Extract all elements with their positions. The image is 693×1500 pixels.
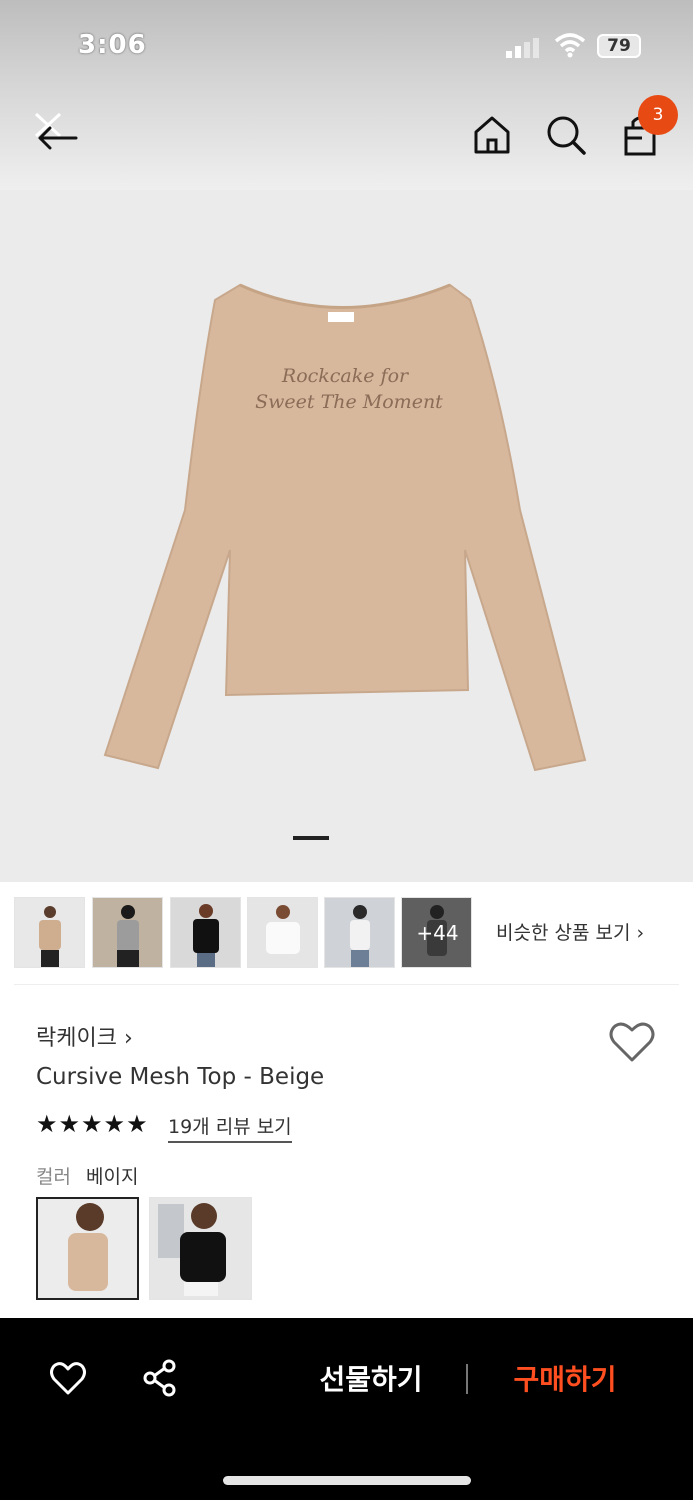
thumbnail-1[interactable] <box>14 897 85 968</box>
thumbnail-4[interactable] <box>247 897 318 968</box>
top-bar <box>0 0 693 190</box>
gift-button[interactable]: 선물하기 <box>296 1356 446 1404</box>
brand-link[interactable]: 락케이크 › <box>36 1020 133 1052</box>
color-swatch-beige[interactable] <box>36 1197 139 1300</box>
bottom-action-bar <box>0 1318 693 1500</box>
color-swatch-black[interactable] <box>149 1197 252 1300</box>
thumbnail-3[interactable] <box>170 897 241 968</box>
wifi-icon <box>554 33 586 58</box>
thumbnail-5[interactable] <box>324 897 395 968</box>
battery-icon: 79 <box>597 34 641 58</box>
share-icon[interactable] <box>140 1358 180 1398</box>
thumbnail-2[interactable] <box>92 897 163 968</box>
battery-level: 79 <box>607 36 631 56</box>
product-title: Cursive Mesh Top - Beige <box>36 1064 325 1090</box>
reviews-link[interactable]: 19개 리뷰 보기 <box>168 1112 292 1143</box>
similar-products-link[interactable]: 비슷한 상품 보기 › <box>496 918 644 945</box>
star-rating: ★★★★★ <box>36 1110 149 1138</box>
buy-button[interactable]: 구매하기 <box>490 1356 640 1404</box>
section-divider <box>14 984 679 985</box>
color-label: 컬러 <box>36 1166 71 1188</box>
cart-count-badge: 3 <box>638 95 678 135</box>
more-images-count: +44 <box>416 921 459 945</box>
bottom-bar-separator <box>466 1364 468 1394</box>
search-icon[interactable] <box>540 108 592 160</box>
status-time: 3:06 <box>78 30 147 60</box>
print-text-line-2: Sweet The Moment <box>255 391 443 413</box>
image-pager-indicator <box>293 836 329 840</box>
beige-top-illustration: Rockcake for Sweet The Moment <box>103 283 587 772</box>
home-indicator <box>223 1476 471 1485</box>
heart-icon[interactable] <box>606 1016 658 1066</box>
product-image[interactable]: Rockcake for Sweet The Moment <box>0 190 693 882</box>
wishlist-heart-icon[interactable] <box>48 1358 88 1398</box>
home-icon[interactable] <box>466 108 518 160</box>
color-value: 베이지 <box>86 1166 139 1188</box>
back-arrow-icon[interactable] <box>30 108 82 160</box>
cellular-signal-icon <box>506 38 539 58</box>
thumbnail-more[interactable]: +44 <box>401 897 472 968</box>
print-text-line-1: Rockcake for <box>281 365 410 387</box>
